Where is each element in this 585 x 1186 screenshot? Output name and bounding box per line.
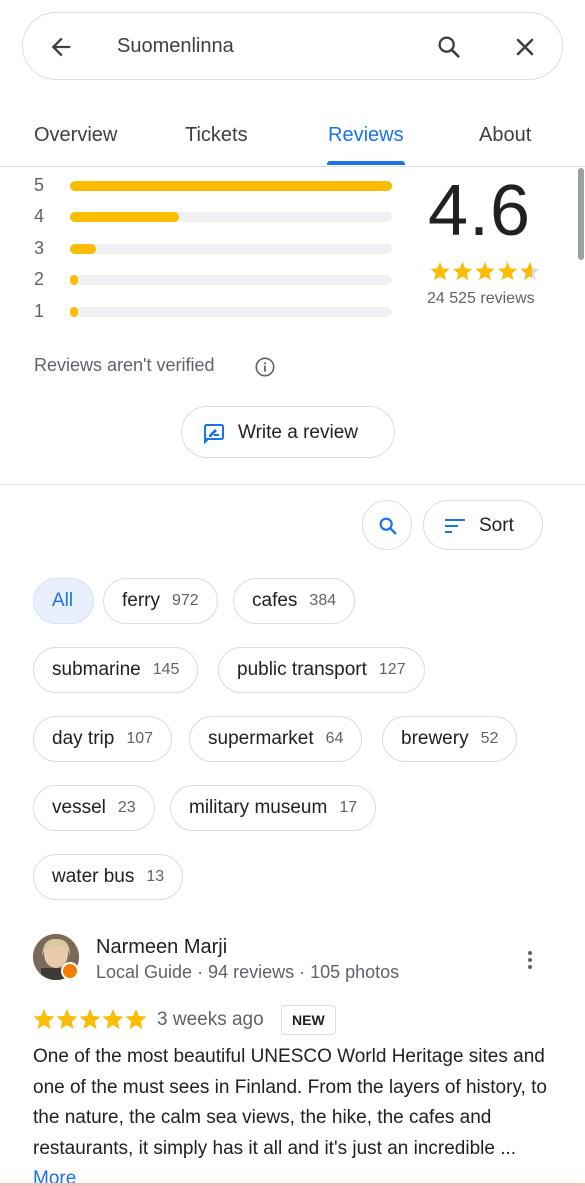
chip-label: military museum [189,797,328,818]
tab-overview[interactable]: Overview [34,124,117,147]
review-date: 3 weeks ago [157,1009,264,1030]
chip-count: 17 [339,799,358,816]
more-options-icon[interactable] [519,949,541,971]
star-icon [497,262,518,281]
chip-count: 127 [378,661,406,678]
average-rating: 4.6 [428,171,532,251]
close-icon[interactable] [511,33,539,61]
sort-icon [445,519,465,533]
sort-label: Sort [479,515,514,536]
chip-day-trip[interactable]: day trip 107 [33,716,173,762]
tab-bar: Overview Tickets Reviews About [0,100,585,167]
search-reviews-button[interactable] [362,500,412,550]
histogram-star-label: 3 [34,238,45,258]
reviewer-name[interactable]: Narmeen Marji [96,936,227,959]
section-divider [0,484,585,485]
histogram-bar [70,244,96,254]
histogram-bar [70,181,392,191]
chip-label: supermarket [208,728,314,749]
chip-ferry[interactable]: ferry 972 [103,578,218,624]
rate-review-icon [202,421,226,445]
scrollbar[interactable] [578,168,584,260]
tab-tickets[interactable]: Tickets [185,124,248,147]
histogram-track [70,307,392,317]
chip-submarine[interactable]: submarine 145 [33,647,199,693]
chip-brewery[interactable]: brewery 52 [382,716,518,762]
chip-count: 107 [126,730,154,747]
chip-label: brewery [401,728,469,749]
chip-label: All [52,590,74,611]
reviewer-meta: Local Guide · 94 reviews · 105 photos [96,962,400,982]
chip-count: 23 [117,799,136,816]
chip-vessel[interactable]: vessel 23 [33,785,155,831]
chip-label: day trip [52,728,115,749]
write-review-label: Write a review [238,422,359,443]
chip-count: 972 [172,592,199,609]
tab-about[interactable]: About [479,124,531,147]
star-icon [475,262,495,281]
search-query-text[interactable]: Suomenlinna [117,35,234,58]
chip-count: 64 [325,730,344,747]
rating-stars-icon [430,262,540,281]
new-badge: NEW [281,1005,336,1035]
search-icon [379,517,397,535]
chip-public-transport[interactable]: public transport 127 [218,647,425,693]
chip-label: ferry [122,590,160,611]
star-icon [452,262,473,281]
tab-reviews[interactable]: Reviews [328,124,404,147]
chip-water-bus[interactable]: water bus 13 [33,854,184,900]
chip-count: 384 [309,592,337,609]
review-text: One of the most beautiful UNESCO World H… [33,1042,553,1186]
review-stars-icon [33,1009,147,1029]
sort-button[interactable]: Sort [423,500,543,550]
info-icon[interactable] [254,356,276,378]
chip-label: water bus [52,866,135,887]
search-bar[interactable]: Suomenlinna [22,12,563,80]
histogram-track [70,244,392,254]
chip-all[interactable]: All [33,578,94,624]
histogram-bar [70,307,78,317]
histogram-star-label: 1 [34,301,45,321]
histogram-bar [70,212,179,222]
chip-label: vessel [52,797,106,818]
chip-count: 52 [480,730,499,747]
chip-count: 145 [152,661,180,678]
chip-label: submarine [52,659,141,680]
histogram-track [70,181,392,191]
star-icon [102,1009,124,1029]
histogram-star-label: 2 [34,269,45,289]
histogram-bar [70,275,78,285]
local-guide-badge-icon [61,962,79,980]
chip-count: 13 [146,868,165,885]
chip-cafes[interactable]: cafes 384 [233,578,356,624]
star-icon [430,262,450,281]
chip-label: public transport [237,659,367,680]
star-icon [79,1009,101,1029]
star-icon [33,1009,55,1029]
star-icon [56,1009,78,1029]
search-icon[interactable] [435,33,463,61]
star-icon [125,1009,147,1029]
histogram-star-label: 5 [34,175,45,195]
chip-military-museum[interactable]: military museum 17 [170,785,377,831]
back-arrow-icon[interactable] [47,33,75,61]
histogram-track [70,212,392,222]
histogram-star-label: 4 [34,206,45,226]
active-tab-indicator [327,161,405,165]
review-body: One of the most beautiful UNESCO World H… [33,1046,547,1159]
chip-label: cafes [252,590,298,611]
unverified-notice: Reviews aren't verified [34,355,215,375]
review-count[interactable]: 24 525 reviews [427,290,535,308]
write-review-button[interactable]: Write a review [181,406,395,458]
histogram-track [70,275,392,285]
chip-supermarket[interactable]: supermarket 64 [189,716,363,762]
